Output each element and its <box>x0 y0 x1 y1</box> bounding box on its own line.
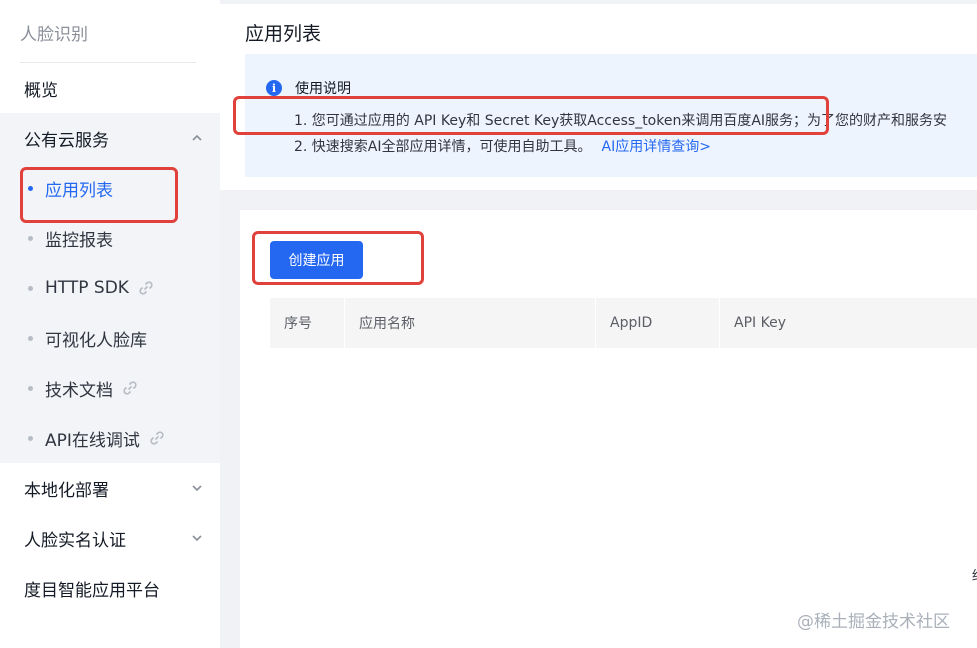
sidebar-item-face-library[interactable]: 可视化人脸库 <box>0 313 220 363</box>
clipped-text-fragment: 结 <box>972 565 977 584</box>
bullet-dot <box>28 235 33 241</box>
sidebar-item-api-debug[interactable]: API在线调试 <box>0 413 220 463</box>
app-detail-query-link[interactable]: AI应用详情查询> <box>602 139 711 155</box>
column-header-appid: AppID <box>596 298 720 348</box>
sidebar-item-label: 人脸实名认证 <box>24 530 126 551</box>
watermark: @稀土掘金技术社区 <box>797 612 950 632</box>
chevron-down-icon <box>190 481 204 495</box>
link-icon <box>121 379 139 397</box>
link-icon <box>148 429 166 447</box>
sidebar-item-label: 技术文档 <box>45 380 113 401</box>
sidebar-group-label: 公有云服务 <box>24 130 109 151</box>
sidebar-item-label: 本地化部署 <box>24 480 109 501</box>
sidebar-item-tech-docs[interactable]: 技术文档 <box>0 363 220 413</box>
sidebar-item-label: API在线调试 <box>45 430 140 451</box>
annotation-box-app-list <box>20 167 178 223</box>
notice-title: 使用说明 <box>295 81 351 97</box>
page-title: 应用列表 <box>245 23 322 45</box>
sidebar-item-label: HTTP SDK <box>45 278 129 298</box>
annotation-box-notice-line <box>233 96 829 135</box>
bullet-dot <box>28 335 33 341</box>
notice-line-2-text: 2. 快速搜索AI全部应用详情，可使用自助工具。 <box>294 139 592 155</box>
column-header-app-name: 应用名称 <box>345 298 596 348</box>
sidebar-group-header[interactable]: 公有云服务 <box>0 113 220 163</box>
sidebar-group-public-cloud: 公有云服务 应用列表 监控报表 HTTP SDK 可视化人脸库 技术文档 API… <box>0 113 220 463</box>
annotation-box-create-button <box>252 231 424 285</box>
bullet-dot <box>28 435 33 441</box>
product-name: 人脸识别 <box>20 25 88 45</box>
sidebar: 人脸识别 概览 公有云服务 应用列表 监控报表 HTTP SDK 可视化人脸库 <box>0 0 220 648</box>
sidebar-item-overview[interactable]: 概览 <box>0 63 220 113</box>
sidebar-item-label: 监控报表 <box>45 230 113 251</box>
sidebar-item-dumu-platform[interactable]: 度目智能应用平台 <box>0 563 220 613</box>
bullet-dot <box>28 385 33 391</box>
table-header: 序号 应用名称 AppID API Key <box>270 298 977 348</box>
bullet-dot <box>28 285 33 291</box>
sidebar-item-real-name-auth[interactable]: 人脸实名认证 <box>0 513 220 563</box>
sidebar-item-local-deploy[interactable]: 本地化部署 <box>0 463 220 513</box>
sidebar-item-http-sdk[interactable]: HTTP SDK <box>0 263 220 313</box>
sidebar-item-label: 度目智能应用平台 <box>24 580 160 601</box>
column-header-api-key: API Key <box>734 315 786 331</box>
link-icon <box>137 279 155 297</box>
chevron-down-icon <box>190 531 204 545</box>
info-icon: i <box>266 80 282 96</box>
chevron-up-icon <box>190 131 204 145</box>
notice-line-2: 2. 快速搜索AI全部应用详情，可使用自助工具。 AI应用详情查询> <box>294 136 711 156</box>
sidebar-item-label: 可视化人脸库 <box>45 330 147 351</box>
column-header-index: 序号 <box>270 298 345 348</box>
